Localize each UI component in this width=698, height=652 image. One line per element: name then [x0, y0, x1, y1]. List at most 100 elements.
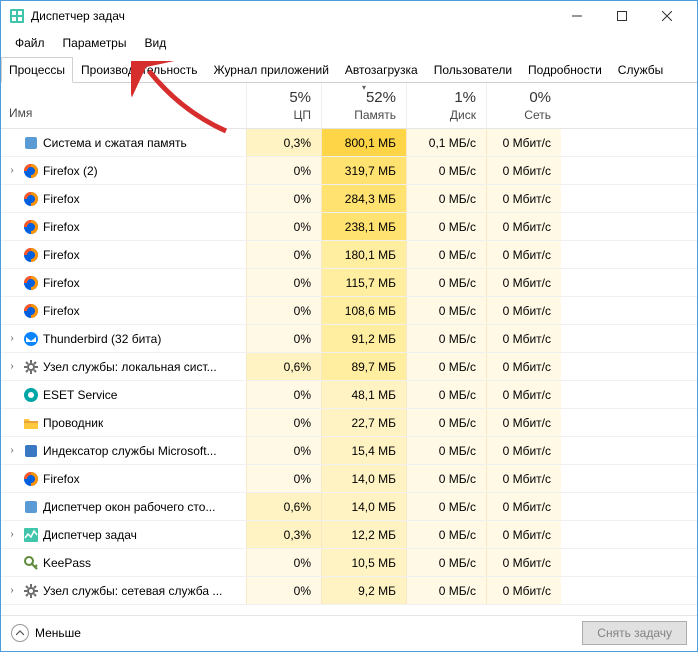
firefox-icon — [23, 219, 39, 235]
tab-services[interactable]: Службы — [610, 57, 671, 82]
table-row[interactable]: ›Thunderbird (32 бита)0%91,2 МБ0 МБ/с0 М… — [1, 325, 697, 353]
cell-net: 0 Мбит/с — [486, 353, 561, 380]
process-name-label: Firefox — [43, 192, 80, 206]
process-name-cell: Firefox — [1, 219, 246, 235]
process-name-cell: › Узел службы: локальная сист... — [1, 359, 246, 375]
expand-icon[interactable]: › — [5, 333, 19, 344]
maximize-button[interactable] — [599, 1, 644, 31]
tab-performance[interactable]: Производительность — [73, 57, 205, 82]
cell-mem: 800,1 МБ — [321, 129, 406, 156]
menu-view[interactable]: Вид — [136, 33, 174, 53]
table-row[interactable]: Диспетчер окон рабочего сто...0,6%14,0 М… — [1, 493, 697, 521]
app-icon — [9, 8, 25, 24]
table-header-row: Имя 5% ЦП ▾ 52% Память 1% Диск 0% Сеть — [1, 83, 697, 129]
column-header-disk[interactable]: 1% Диск — [406, 83, 486, 128]
tab-startup[interactable]: Автозагрузка — [337, 57, 426, 82]
firefox-icon — [23, 163, 39, 179]
expand-icon[interactable]: › — [5, 529, 19, 540]
cell-disk: 0,1 МБ/с — [406, 129, 486, 156]
cell-net: 0 Мбит/с — [486, 157, 561, 184]
cell-mem: 10,5 МБ — [321, 549, 406, 576]
table-row[interactable]: Firefox0%115,7 МБ0 МБ/с0 Мбит/с — [1, 269, 697, 297]
table-row[interactable]: Firefox0%284,3 МБ0 МБ/с0 Мбит/с — [1, 185, 697, 213]
process-name-cell: Firefox — [1, 191, 246, 207]
firefox-icon — [23, 303, 39, 319]
cell-net: 0 Мбит/с — [486, 297, 561, 324]
collapse-icon — [11, 624, 29, 642]
process-name-label: Диспетчер задач — [43, 528, 137, 542]
process-name-cell: Проводник — [1, 415, 246, 431]
cell-net: 0 Мбит/с — [486, 325, 561, 352]
menubar: Файл Параметры Вид — [1, 31, 697, 55]
menu-file[interactable]: Файл — [7, 33, 53, 53]
process-table[interactable]: Имя 5% ЦП ▾ 52% Память 1% Диск 0% Сеть С… — [1, 83, 697, 615]
tab-app-history[interactable]: Журнал приложений — [206, 57, 337, 82]
table-row[interactable]: ESET Service0%48,1 МБ0 МБ/с0 Мбит/с — [1, 381, 697, 409]
gear-icon — [23, 583, 39, 599]
cell-disk: 0 МБ/с — [406, 493, 486, 520]
table-row[interactable]: ›Firefox (2)0%319,7 МБ0 МБ/с0 Мбит/с — [1, 157, 697, 185]
cell-net: 0 Мбит/с — [486, 185, 561, 212]
cell-disk: 0 МБ/с — [406, 465, 486, 492]
cell-disk: 0 МБ/с — [406, 213, 486, 240]
process-name-label: Firefox — [43, 220, 80, 234]
process-name-cell: ›Узел службы: сетевая служба ... — [1, 583, 246, 599]
cell-mem: 48,1 МБ — [321, 381, 406, 408]
column-header-cpu[interactable]: 5% ЦП — [246, 83, 321, 128]
cell-cpu: 0% — [246, 297, 321, 324]
table-row[interactable]: Firefox0%180,1 МБ0 МБ/с0 Мбит/с — [1, 241, 697, 269]
table-row[interactable]: Firefox0%238,1 МБ0 МБ/с0 Мбит/с — [1, 213, 697, 241]
process-name-label: Диспетчер окон рабочего сто... — [43, 500, 215, 514]
tab-details[interactable]: Подробности — [520, 57, 610, 82]
cell-mem: 15,4 МБ — [321, 437, 406, 464]
process-name-cell: ›Индексатор службы Microsoft... — [1, 443, 246, 459]
column-header-memory[interactable]: ▾ 52% Память — [321, 83, 406, 128]
table-row[interactable]: Система и сжатая память0,3%800,1 МБ0,1 М… — [1, 129, 697, 157]
column-header-name[interactable]: Имя — [1, 83, 246, 128]
expand-icon[interactable]: › — [5, 445, 19, 456]
table-row[interactable]: ›Узел службы: локальная сист...0,6%89,7 … — [1, 353, 697, 381]
end-task-button[interactable]: Снять задачу — [582, 621, 687, 645]
firefox-icon — [23, 247, 39, 263]
cell-mem: 12,2 МБ — [321, 521, 406, 548]
table-row[interactable]: Проводник0%22,7 МБ0 МБ/с0 Мбит/с — [1, 409, 697, 437]
cell-mem: 22,7 МБ — [321, 409, 406, 436]
expand-icon[interactable]: › — [5, 361, 19, 372]
sort-indicator-icon: ▾ — [362, 83, 366, 92]
menu-options[interactable]: Параметры — [55, 33, 135, 53]
process-name-label: Firefox (2) — [43, 164, 98, 178]
process-name-label: Система и сжатая память — [43, 136, 187, 150]
process-name-cell: › Диспетчер задач — [1, 527, 246, 543]
cell-net: 0 Мбит/с — [486, 213, 561, 240]
cell-cpu: 0% — [246, 465, 321, 492]
cell-mem: 89,7 МБ — [321, 353, 406, 380]
cell-disk: 0 МБ/с — [406, 521, 486, 548]
expand-icon[interactable]: › — [5, 165, 19, 176]
table-row[interactable]: ›Индексатор службы Microsoft...0%15,4 МБ… — [1, 437, 697, 465]
cell-mem: 9,2 МБ — [321, 577, 406, 604]
tab-processes[interactable]: Процессы — [1, 57, 73, 83]
process-name-cell: ›Thunderbird (32 бита) — [1, 331, 246, 347]
process-name-label: Firefox — [43, 248, 80, 262]
table-row[interactable]: KeePass0%10,5 МБ0 МБ/с0 Мбит/с — [1, 549, 697, 577]
cell-disk: 0 МБ/с — [406, 157, 486, 184]
minimize-button[interactable] — [554, 1, 599, 31]
table-row[interactable]: ›Диспетчер задач0,3%12,2 МБ0 МБ/с0 Мбит/… — [1, 521, 697, 549]
process-name-cell: ESET Service — [1, 387, 246, 403]
column-header-network[interactable]: 0% Сеть — [486, 83, 561, 128]
expand-icon[interactable]: › — [5, 585, 19, 596]
cell-net: 0 Мбит/с — [486, 381, 561, 408]
table-row[interactable]: Firefox0%108,6 МБ0 МБ/с0 Мбит/с — [1, 297, 697, 325]
cell-cpu: 0% — [246, 213, 321, 240]
tab-users[interactable]: Пользователи — [426, 57, 520, 82]
process-name-label: Узел службы: локальная сист... — [43, 360, 217, 374]
cell-disk: 0 МБ/с — [406, 353, 486, 380]
cell-disk: 0 МБ/с — [406, 269, 486, 296]
table-row[interactable]: Firefox0%14,0 МБ0 МБ/с0 Мбит/с — [1, 465, 697, 493]
fewer-details-button[interactable]: Меньше — [11, 624, 81, 642]
cell-mem: 14,0 МБ — [321, 493, 406, 520]
close-button[interactable] — [644, 1, 689, 31]
cell-disk: 0 МБ/с — [406, 409, 486, 436]
table-row[interactable]: ›Узел службы: сетевая служба ...0%9,2 МБ… — [1, 577, 697, 605]
cell-net: 0 Мбит/с — [486, 465, 561, 492]
